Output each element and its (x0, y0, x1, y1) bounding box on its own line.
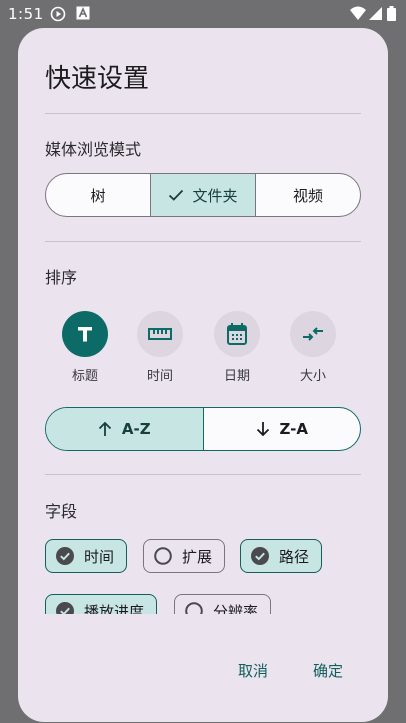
field-chip-resolution-label: 分辨率 (213, 602, 259, 615)
cancel-button[interactable]: 取消 (238, 660, 268, 681)
sort-title-label: 标题 (71, 369, 98, 384)
browse-mode-folder-label: 文件夹 (192, 186, 238, 205)
battery-icon (387, 6, 397, 22)
browse-mode-label: 媒体浏览模式 (45, 140, 142, 159)
arrow-down-icon (256, 422, 269, 437)
fields-label: 字段 (45, 502, 78, 521)
field-chip-path[interactable]: 路径 (240, 539, 323, 573)
status-time: 1:51 (8, 5, 44, 23)
sort-ascending-label: A-Z (121, 420, 151, 438)
confirm-button[interactable]: 确定 (313, 660, 343, 681)
sort-title-circle (62, 311, 108, 357)
circle-outline-icon (185, 602, 203, 614)
divider (45, 113, 361, 114)
check-circle-icon (56, 547, 74, 565)
field-chip-path-label: 路径 (279, 547, 310, 566)
field-chip-extension-label: 扩展 (182, 547, 213, 566)
browse-mode-tree-label: 树 (90, 186, 106, 205)
sort-by-time-button[interactable]: 时间 (136, 311, 184, 384)
status-bar: 1:51 (0, 0, 406, 28)
arrow-up-icon (98, 421, 112, 436)
check-circle-icon (56, 602, 74, 614)
browse-mode-folder-button[interactable]: 文件夹 (151, 174, 256, 216)
sort-by-date-button[interactable]: 日期 (213, 311, 261, 384)
dialog-title: 快速设置 (45, 64, 150, 94)
sort-by-title-button[interactable]: 标题 (61, 311, 109, 384)
media-play-icon (50, 6, 66, 22)
check-circle-icon (251, 547, 269, 565)
sort-descending-button[interactable]: Z-A (204, 408, 361, 450)
field-chip-resolution[interactable]: 分辨率 (174, 594, 272, 615)
sort-label: 排序 (45, 268, 78, 287)
browse-mode-video-label: 视频 (292, 186, 323, 205)
app-notification-icon (76, 6, 92, 22)
browse-mode-tree-button[interactable]: 树 (46, 174, 151, 216)
sort-date-label: 日期 (223, 369, 250, 384)
field-chip-play-progress[interactable]: 播放进度 (45, 594, 158, 615)
sort-descending-label: Z-A (279, 420, 308, 438)
sort-ascending-button[interactable]: A-Z (46, 408, 204, 450)
sort-time-label: 时间 (146, 369, 173, 384)
fields-chip-group: 时间 扩展 路径 播放进度 分辨率 (18, 528, 388, 614)
field-chip-time[interactable]: 时间 (45, 539, 128, 573)
field-chip-extension[interactable]: 扩展 (143, 539, 226, 573)
signal-icon (369, 6, 385, 22)
sort-by-size-button[interactable]: 大小 (289, 311, 337, 384)
divider (45, 474, 361, 475)
sort-time-circle (137, 311, 183, 357)
sort-direction-segmented: A-Z Z-A (45, 407, 361, 451)
sort-size-circle (290, 311, 336, 357)
quick-settings-dialog: 快速设置 媒体浏览模式 树 文件夹 视频 排序 标题 时间 日期 大小 A-Z … (18, 28, 388, 722)
compress-icon (303, 327, 323, 341)
sort-date-circle (214, 311, 260, 357)
browse-mode-segmented: 树 文件夹 视频 (45, 173, 361, 217)
check-icon (169, 189, 184, 201)
title-t-icon (78, 327, 92, 342)
field-chip-play-progress-label: 播放进度 (84, 602, 145, 615)
field-chip-time-label: 时间 (84, 547, 115, 566)
browse-mode-video-button[interactable]: 视频 (256, 174, 360, 216)
divider (45, 241, 361, 242)
ruler-icon (148, 328, 172, 340)
circle-outline-icon (154, 547, 172, 565)
wifi-icon (350, 6, 366, 22)
calendar-icon (227, 323, 247, 345)
sort-size-label: 大小 (299, 369, 326, 384)
